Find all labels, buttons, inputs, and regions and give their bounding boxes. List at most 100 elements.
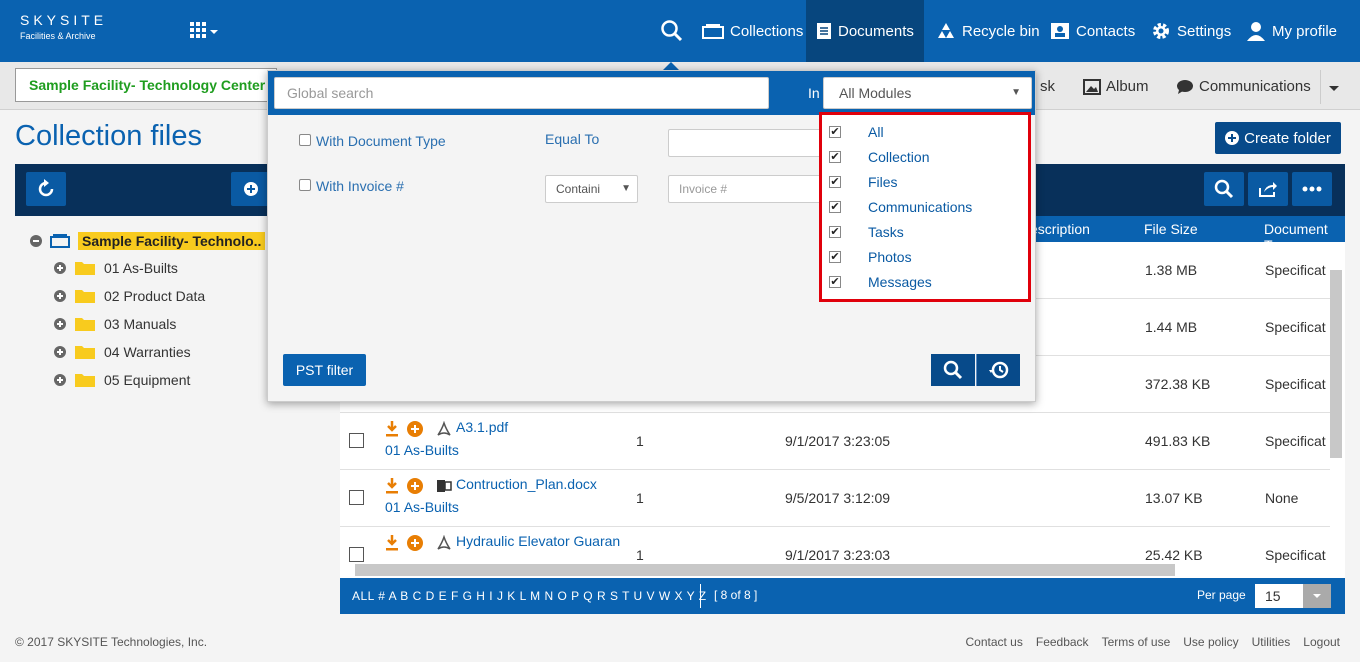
facility-selector[interactable]: Sample Facility- Technology Center [15, 68, 277, 102]
with-invoice-label[interactable]: With Invoice # [316, 178, 404, 194]
upload-date: 9/1/2017 3:23:05 [785, 433, 891, 449]
file-folder-link[interactable]: 01 As-Builts [385, 442, 459, 458]
footer-link-feedback[interactable]: Feedback [1036, 635, 1089, 649]
checkbox-checked-icon[interactable]: ✔ [829, 251, 841, 263]
row-checkbox[interactable] [349, 547, 364, 562]
tree-folder[interactable]: 02 Product Data [54, 288, 205, 304]
add-circle-icon[interactable] [407, 478, 423, 494]
document-type-input[interactable] [668, 129, 828, 157]
tree-folder[interactable]: 03 Manuals [54, 316, 176, 332]
add-button[interactable] [231, 172, 271, 206]
image-icon [1083, 78, 1101, 95]
nav-collections[interactable]: Collections [698, 0, 807, 62]
module-option-messages[interactable]: ✔ Messages [822, 270, 1028, 295]
nav-settings[interactable]: Settings [1147, 0, 1235, 62]
nav-recycle-bin[interactable]: Recycle bin [932, 0, 1044, 62]
module-select[interactable]: All Modules ▼ [823, 77, 1032, 109]
footer-link-use-policy[interactable]: Use policy [1183, 635, 1238, 649]
vertical-scrollbar[interactable] [1330, 270, 1342, 458]
invoice-operator-select[interactable]: Containi ▼ [545, 175, 638, 203]
file-name-link[interactable]: Hydraulic Elevator Guaran [456, 533, 626, 549]
nav-my-profile-label: My profile [1272, 22, 1338, 40]
add-circle-icon[interactable] [407, 535, 423, 551]
alpha-filter[interactable]: ALL # A B C D E F G H I J K L M N O P Q … [352, 589, 707, 603]
with-document-type-checkbox[interactable] [299, 134, 311, 146]
col-description[interactable]: escription [1030, 221, 1090, 237]
create-folder-button[interactable]: Create folder [1215, 122, 1341, 154]
subnav-task[interactable]: sk [1040, 78, 1055, 95]
checkbox-checked-icon[interactable]: ✔ [829, 176, 841, 188]
checkbox-checked-icon[interactable]: ✔ [829, 126, 841, 138]
download-icon[interactable] [385, 421, 399, 437]
per-page-select[interactable]: 15 [1255, 584, 1331, 608]
module-option-files[interactable]: ✔ Files [822, 170, 1028, 195]
file-folder-link[interactable]: 01 As-Builts [385, 499, 459, 515]
refresh-button[interactable] [26, 172, 66, 206]
row-checkbox[interactable] [349, 490, 364, 505]
pst-filter-button[interactable]: PST filter [283, 354, 366, 386]
module-option-tasks[interactable]: ✔ Tasks [822, 220, 1028, 245]
subnav-more-button[interactable] [1320, 70, 1346, 104]
expand-icon[interactable] [54, 262, 66, 274]
toolbar-search-button[interactable] [1204, 172, 1244, 206]
footer-link-contact[interactable]: Contact us [965, 635, 1022, 649]
download-icon[interactable] [385, 478, 399, 494]
tree-folder[interactable]: 05 Equipment [54, 372, 190, 388]
table-row[interactable]: A3.1.pdf 01 As-Builts 1 9/1/2017 3:23:05… [340, 413, 1330, 470]
search-history-button[interactable] [976, 354, 1020, 386]
add-circle-icon[interactable] [407, 421, 423, 437]
nav-contacts-label: Contacts [1076, 22, 1136, 40]
nav-contacts[interactable]: Contacts [1046, 0, 1139, 62]
horizontal-scrollbar[interactable] [355, 564, 1175, 576]
file-size: 1.44 MB [1145, 319, 1198, 335]
footer-link-terms[interactable]: Terms of use [1102, 635, 1171, 649]
download-icon[interactable] [385, 535, 399, 551]
row-checkbox[interactable] [349, 433, 364, 448]
caret-down-icon: ▼ [621, 183, 631, 194]
subnav-album-label: Album [1106, 78, 1149, 95]
footer-link-logout[interactable]: Logout [1303, 635, 1340, 649]
invoice-input[interactable]: Invoice # [668, 175, 828, 203]
file-name-link[interactable]: A3.1.pdf [456, 419, 508, 435]
with-document-type-label[interactable]: With Document Type [316, 133, 446, 149]
checkbox-checked-icon[interactable]: ✔ [829, 201, 841, 213]
table-row[interactable]: Contruction_Plan.docx 01 As-Builts 1 9/5… [340, 470, 1330, 527]
subnav-album[interactable]: Album [1083, 78, 1149, 95]
module-option-photos[interactable]: ✔ Photos [822, 245, 1028, 270]
run-search-button[interactable] [931, 354, 975, 386]
module-option-communications[interactable]: ✔ Communications [822, 195, 1028, 220]
tree-root[interactable]: Sample Facility- Technolo.. [30, 232, 266, 250]
file-name-link[interactable]: Contruction_Plan.docx [456, 476, 597, 492]
expand-icon[interactable] [54, 318, 66, 330]
subnav-communications[interactable]: Communications [1176, 78, 1311, 95]
brand-logo[interactable]: SKYSITE Facilities & Archive [20, 12, 107, 41]
tree-folder[interactable]: 01 As-Builts [54, 260, 178, 276]
upload-date: 9/5/2017 3:12:09 [785, 490, 891, 506]
module-option-all[interactable]: ✔ All [822, 120, 1028, 145]
global-search-input[interactable]: Global search [274, 77, 769, 109]
share-button[interactable] [1248, 172, 1288, 206]
tree-folder[interactable]: 04 Warranties [54, 344, 191, 360]
module-option-collection[interactable]: ✔ Collection [822, 145, 1028, 170]
nav-my-profile[interactable]: My profile [1242, 0, 1341, 62]
col-file-size[interactable]: File Size [1144, 221, 1198, 237]
apps-grid-icon[interactable] [190, 22, 220, 42]
nav-search[interactable] [656, 0, 688, 62]
expand-icon[interactable] [54, 374, 66, 386]
checkbox-checked-icon[interactable]: ✔ [829, 151, 841, 163]
checkbox-checked-icon[interactable]: ✔ [829, 226, 841, 238]
footer-link-utilities[interactable]: Utilities [1252, 635, 1291, 649]
with-invoice-checkbox[interactable] [299, 179, 311, 191]
nav-documents[interactable]: Documents [806, 0, 924, 62]
document-type: Specificat [1265, 376, 1326, 392]
top-navbar: SKYSITE Facilities & Archive Collections… [0, 0, 1360, 62]
collapse-icon[interactable] [30, 235, 42, 247]
expand-icon[interactable] [54, 290, 66, 302]
module-select-value: All Modules [839, 85, 912, 101]
expand-icon[interactable] [54, 346, 66, 358]
more-options-button[interactable] [1292, 172, 1332, 206]
checkbox-checked-icon[interactable]: ✔ [829, 276, 841, 288]
module-option-label: All [868, 124, 884, 140]
tree-folder-label: 02 Product Data [104, 288, 206, 304]
pdf-icon [437, 535, 451, 550]
